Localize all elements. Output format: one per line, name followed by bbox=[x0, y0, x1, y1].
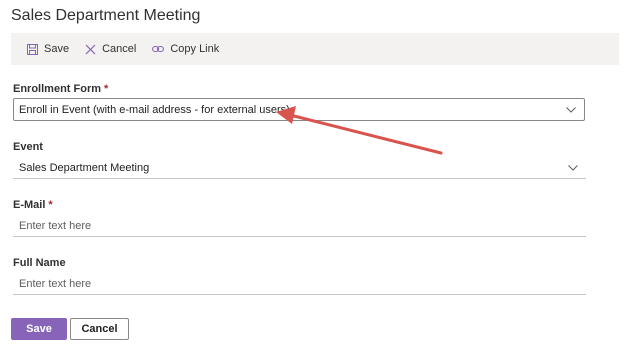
annotation-arrow bbox=[276, 106, 443, 155]
